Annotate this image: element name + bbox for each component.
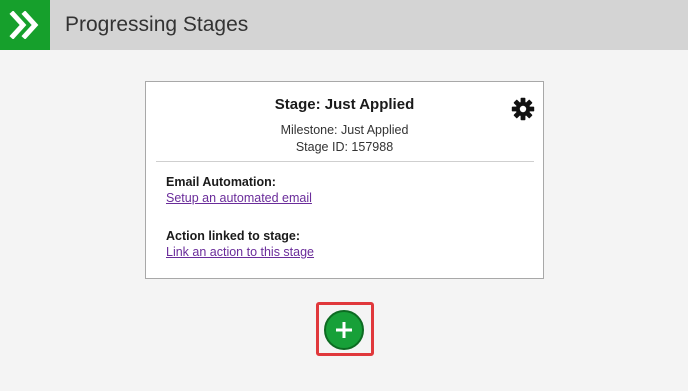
gear-icon[interactable] (511, 97, 535, 121)
plus-icon (336, 322, 352, 338)
card-divider (156, 161, 534, 162)
link-action-link[interactable]: Link an action to this stage (166, 245, 314, 259)
app-header: Progressing Stages (0, 0, 688, 50)
stage-card: Stage: Just Applied Milestone: Just Appl… (145, 81, 544, 279)
stage-id-text: Stage ID: 157988 (295, 140, 394, 154)
action-linked-label: Action linked to stage: (166, 229, 301, 243)
stage-title: Stage: Just Applied (274, 96, 415, 113)
page-title: Progressing Stages (65, 13, 249, 36)
add-stage-button[interactable] (324, 310, 364, 350)
double-chevron-right-icon (0, 0, 50, 50)
milestone-text: Milestone: Just Applied (280, 123, 409, 137)
setup-email-link[interactable]: Setup an automated email (166, 191, 312, 205)
email-automation-label: Email Automation: (166, 175, 276, 189)
